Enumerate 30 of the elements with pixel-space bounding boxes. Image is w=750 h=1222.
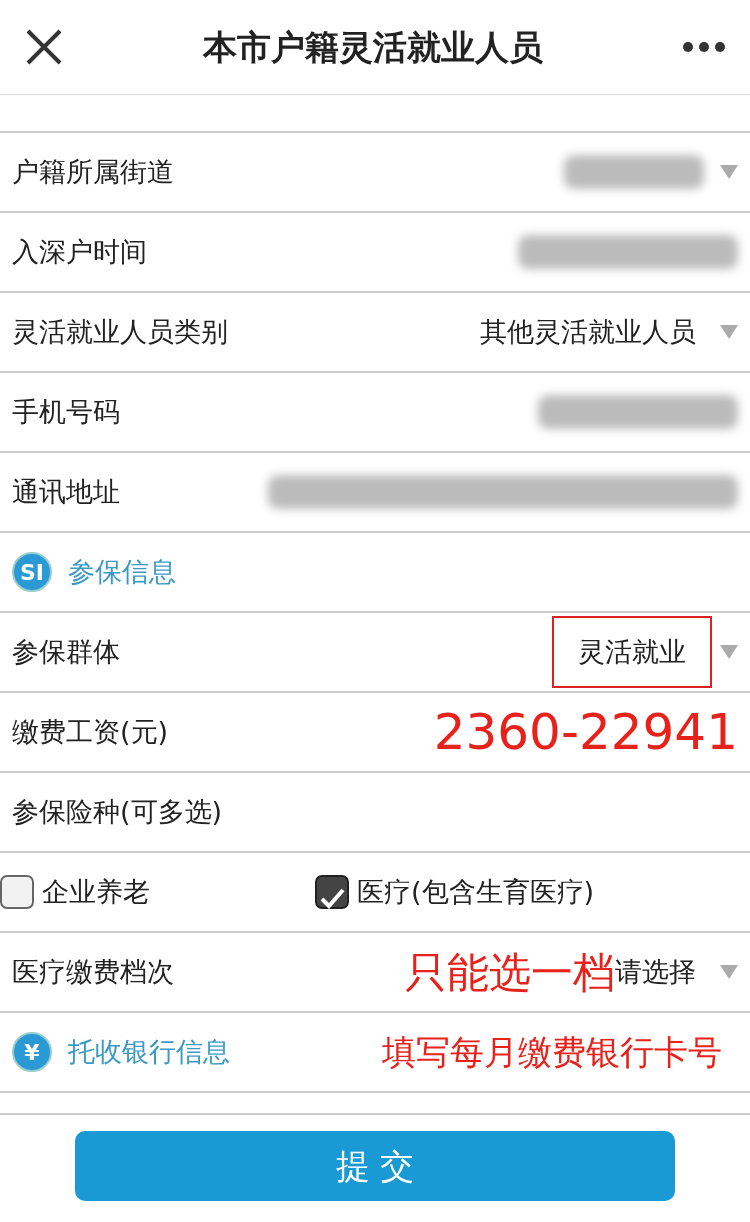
- field-label: 通讯地址: [12, 474, 120, 509]
- checkbox[interactable]: [315, 875, 349, 909]
- select-field[interactable]: 请选择: [615, 951, 696, 993]
- field-label: 户籍所属街道: [12, 154, 174, 189]
- field-label: 缴费工资(元): [12, 714, 169, 749]
- field-label: 灵活就业人员类别: [12, 314, 228, 349]
- section-title: 参保信息: [68, 554, 176, 589]
- caret-icon: [720, 325, 738, 339]
- select-field[interactable]: 灵活就业: [552, 615, 712, 689]
- caret-icon: [720, 165, 738, 179]
- annotation-text: 填写每月缴费银行卡号: [382, 1030, 722, 1074]
- select-field[interactable]: 其他灵活就业人员: [480, 311, 696, 353]
- caret-icon: [720, 965, 738, 979]
- more-icon[interactable]: [682, 41, 726, 53]
- section-title: 托收银行信息: [68, 1034, 230, 1069]
- annotation-text: 只能选一档: [405, 946, 615, 999]
- close-button[interactable]: [24, 27, 64, 67]
- field-label: 入深户时间: [12, 234, 147, 269]
- annotation-text: 2360-22941: [433, 701, 738, 763]
- caret-icon: [720, 645, 738, 659]
- field-label: 手机号码: [12, 394, 120, 429]
- page-title: 本市户籍灵活就业人员: [201, 25, 544, 69]
- badge-icon: SI: [12, 552, 52, 592]
- checkbox-label: 企业养老: [42, 874, 150, 909]
- currency-icon: ¥: [12, 1032, 52, 1072]
- field-label: 参保险种(可多选): [12, 794, 223, 829]
- field-label: 参保群体: [12, 634, 120, 669]
- field-label: 医疗缴费档次: [12, 954, 174, 989]
- checkbox-label: 医疗(包含生育医疗): [357, 874, 595, 909]
- checkbox[interactable]: [0, 875, 34, 909]
